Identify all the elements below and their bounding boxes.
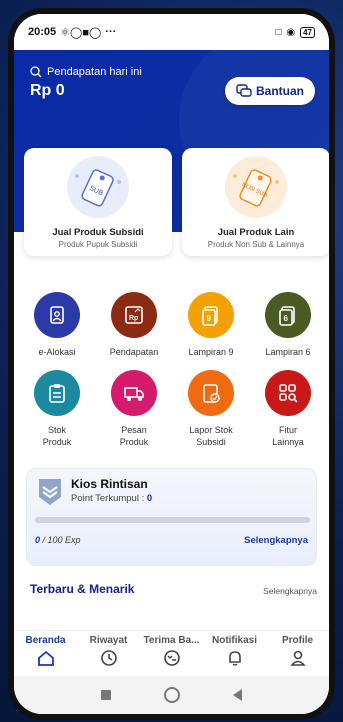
sell-subsidy-card[interactable]: SUB Jual Produk Subsidi Produk Pupuk Sub… xyxy=(24,148,172,256)
chat-icon xyxy=(236,84,252,97)
exp-text: 0 / 100 Exp xyxy=(35,535,81,545)
status-time: 20:05 xyxy=(28,26,57,38)
status-bar: 20:05 ⚛◯■◯ ··· □ ◉ 47 xyxy=(14,14,329,50)
menu-label: Pesan Produk xyxy=(119,425,149,447)
bottom-nav: Beranda Riwayat Terima Ba... Notifikasi Prof… xyxy=(14,630,329,676)
card-title: Jual Produk Subsidi xyxy=(52,227,144,238)
tag-icon: NON SUB xyxy=(233,169,279,207)
level-more-link[interactable]: Selengkapnya xyxy=(244,535,308,546)
sim-icon: □ xyxy=(275,26,282,38)
menu-item-pendapatan[interactable]: Rp Pendapatan xyxy=(99,292,169,358)
section-more-link[interactable]: Selengkapnya xyxy=(263,586,317,596)
exp-total: / 100 Exp xyxy=(42,535,81,545)
receive-icon xyxy=(163,649,181,667)
svg-text:6: 6 xyxy=(284,314,289,323)
status-more: ··· xyxy=(105,26,117,38)
exp-progress-bar xyxy=(35,517,310,523)
card-title: Jual Produk Lain xyxy=(217,227,295,238)
nav-label: Notifikasi xyxy=(211,635,257,646)
income-chart-icon: Rp xyxy=(111,292,157,338)
screen: 20:05 ⚛◯■◯ ··· □ ◉ 47 Pendapatan hari in… xyxy=(14,14,329,714)
points-text: Point Terkumpul : 0 xyxy=(71,493,152,504)
points-label: Point Terkumpul : xyxy=(71,493,145,504)
menu-label: Lampiran 6 xyxy=(265,347,311,357)
menu-item-e-alokasi[interactable]: e-Alokasi xyxy=(22,292,92,358)
menu-label: Fitur Lainnya xyxy=(272,425,304,447)
nav-label: Beranda xyxy=(25,635,66,646)
nav-item-terima-ba[interactable]: Terima Ba... xyxy=(140,635,203,667)
menu-label: Pendapatan xyxy=(109,347,159,357)
report-check-icon xyxy=(188,370,234,416)
battery-icon: 47 xyxy=(300,26,315,38)
sell-other-card[interactable]: NON SUB Jual Produk Lain Produk Non Sub … xyxy=(182,148,329,256)
menu-item-pesan-produk[interactable]: Pesan Produk xyxy=(99,370,169,448)
menu-item-stok-produk[interactable]: Stok Produk xyxy=(22,370,92,448)
nav-label: Riwayat xyxy=(89,635,128,646)
help-label: Bantuan xyxy=(256,84,304,98)
menu-item-lapor-stok-subsidi[interactable]: Lapor Stok Subsidi xyxy=(176,370,246,448)
points-value: 0 xyxy=(146,493,153,504)
menu-label: e-Alokasi xyxy=(38,347,76,357)
clipboard-icon xyxy=(34,370,80,416)
svg-text:9: 9 xyxy=(207,314,212,323)
truck-icon xyxy=(111,370,157,416)
nav-item-riwayat[interactable]: Riwayat xyxy=(77,635,140,667)
nav-item-beranda[interactable]: Beranda xyxy=(14,635,77,667)
grid-search-icon xyxy=(265,370,311,416)
card-subtitle: Produk Non Sub & Lainnya xyxy=(207,240,305,249)
nav-item-profile[interactable]: Profile xyxy=(266,635,329,667)
document-user-icon xyxy=(34,292,80,338)
income-icon xyxy=(30,66,42,78)
clock-icon xyxy=(100,649,118,667)
home-icon xyxy=(37,649,55,667)
section-title: Terbaru & Menarik xyxy=(30,582,135,596)
level-title: Kios Rintisan xyxy=(71,477,148,491)
recent-apps-button[interactable] xyxy=(100,690,111,700)
back-button[interactable] xyxy=(233,689,243,701)
home-button[interactable] xyxy=(163,687,180,703)
phone-frame: 20:05 ⚛◯■◯ ··· □ ◉ 47 Pendapatan hari in… xyxy=(8,8,335,720)
nav-label: Profile xyxy=(281,635,314,646)
nav-item-notifikasi[interactable]: Notifikasi xyxy=(203,635,266,667)
tag-icon: SUB xyxy=(75,169,121,207)
system-nav-bar xyxy=(14,676,329,714)
menu-item-lampiran-9[interactable]: 9 Lampiran 9 xyxy=(176,292,246,358)
menu-item-fitur-lainnya[interactable]: Fitur Lainnya xyxy=(253,370,323,448)
card-subtitle: Produk Pupuk Subsidi xyxy=(58,240,138,249)
subsidy-tag-illustration: SUB xyxy=(67,156,129,218)
exp-current: 0 xyxy=(35,535,41,545)
bell-icon xyxy=(226,649,244,667)
help-button[interactable]: Bantuan xyxy=(225,77,315,105)
attachment-6-icon: 6 xyxy=(265,292,311,338)
menu-label: Stok Produk xyxy=(42,425,72,447)
income-value: Rp 0 xyxy=(30,82,65,99)
nonsub-tag-illustration: NON SUB xyxy=(225,156,287,218)
menu-label: Lampiran 9 xyxy=(188,347,234,357)
wifi-icon: ◉ xyxy=(286,26,296,38)
notification-icons: ⚛◯■◯ xyxy=(60,26,102,39)
income-label-text: Pendapatan hari ini xyxy=(47,66,142,78)
income-label: Pendapatan hari ini xyxy=(30,66,142,78)
nav-label: Terima Ba... xyxy=(143,635,200,646)
menu-label: Lapor Stok Subsidi xyxy=(189,425,233,447)
level-card[interactable]: Kios Rintisan Point Terkumpul : 0 0 / 10… xyxy=(26,468,317,566)
svg-text:Rp: Rp xyxy=(129,315,138,322)
user-icon xyxy=(289,649,307,667)
badge-icon xyxy=(39,479,61,505)
attachment-9-icon: 9 xyxy=(188,292,234,338)
menu-item-lampiran-6[interactable]: 6 Lampiran 6 xyxy=(253,292,323,358)
